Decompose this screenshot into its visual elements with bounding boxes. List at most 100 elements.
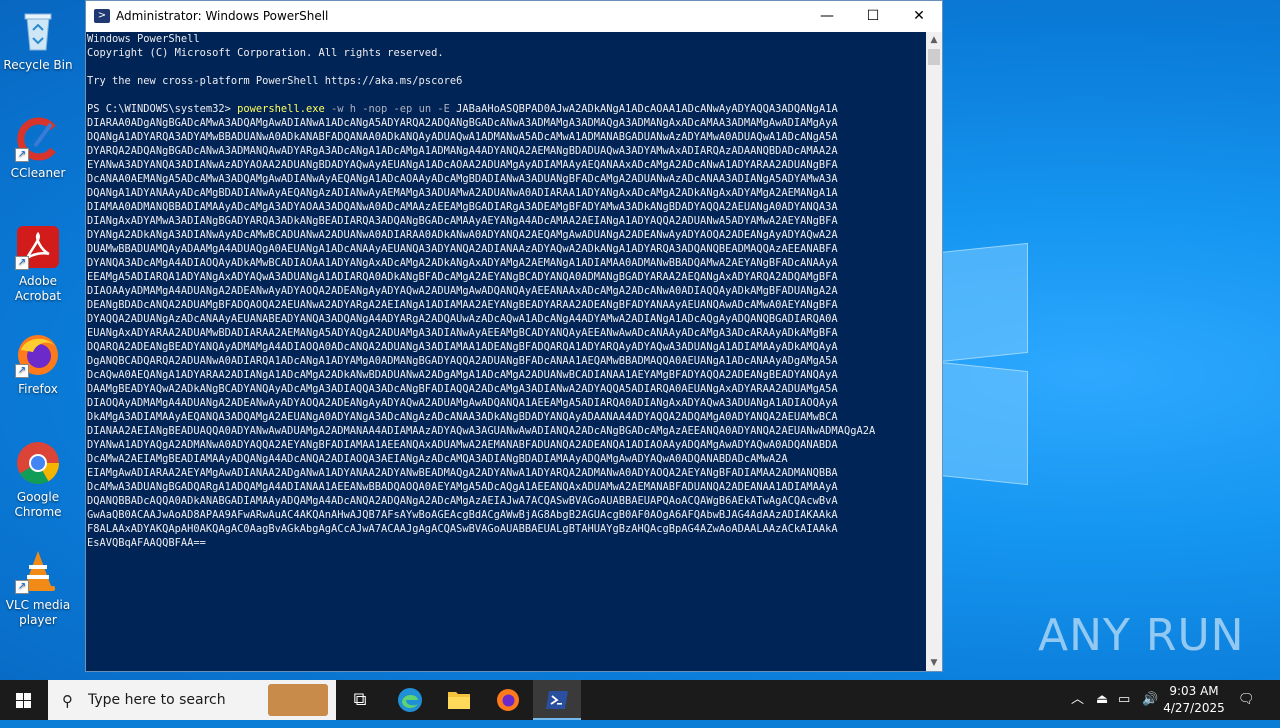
windows-start-icon-part (24, 693, 31, 700)
desktop-icon-vlc[interactable]: ↗ VLC media player (0, 548, 76, 628)
desktop-icon-label: Google Chrome (14, 490, 62, 519)
console-payload-line: DQANgA1ADYANAAyADcAMgBDADIANwAyAEQANgAzA… (87, 187, 838, 199)
adobe-acrobat-icon: ↗ (15, 224, 61, 270)
title-bar[interactable]: > Administrator: Windows PowerShell — ☐ … (86, 1, 942, 32)
console-payload-line: EIAMgAwADIARAA2AEYAMgAwADIANAA2ADgANwA1A… (87, 467, 838, 479)
console-payload-line: DQANQBBADcAQQA0ADkANABGADIAMAAyADQAMgA4A… (87, 495, 838, 507)
taskbar-file-explorer[interactable] (435, 680, 483, 720)
desktop-icon-label: VLC media player (5, 598, 71, 627)
ccleaner-icon: ↗ (15, 116, 61, 162)
show-hidden-icons-button[interactable]: ︿ (1071, 680, 1084, 720)
console-payload-line: DcAMwA3ADUANgBGADQARgA1ADQAMgA4ADIANAA1A… (87, 481, 838, 493)
desktop-icon-label: Recycle Bin (3, 58, 73, 72)
console-payload-line: JABaAHoASQBPAD0AJwA2ADkANgA1ADcAOAA1ADcA… (456, 103, 838, 115)
console-payload-line: DYANgA2ADkANgA3ADIANwAyADcAMwBCADUANwA2A… (87, 229, 838, 241)
console-payload-line: DIAOAAyADMAMgA4ADUANgA2ADEANwAyADYAOQA2A… (87, 285, 838, 297)
console-output[interactable]: Windows PowerShell Copyright (C) Microso… (86, 32, 926, 671)
search-icon: ⚲ (62, 692, 73, 710)
recycle-bin-icon (15, 8, 61, 54)
taskbar: ⚲ Type here to search ⧉ ︿ ⏏ ▭ 🔊 9:03 AM … (0, 680, 1280, 720)
console-payload-line: DIANgAxADYAMwA3ADIANgBGADYARQA3ADkANgBEA… (87, 215, 838, 227)
start-button[interactable] (0, 680, 48, 720)
console-text: Windows PowerShell Copyright (C) Microso… (86, 32, 926, 550)
desktop-icon-google-chrome[interactable]: Google Chrome (0, 440, 76, 520)
maximize-button[interactable]: ☐ (850, 1, 896, 32)
vlc-icon: ↗ (15, 548, 61, 594)
taskbar-powershell[interactable] (533, 680, 581, 720)
console-payload-line: EsAVQBqAFAAQQBFAA== (87, 537, 206, 549)
firefox-icon (497, 689, 519, 711)
console-payload-line: DIAOQAyADMAMgA4ADUANgA2ADEANwAyADYAOQA2A… (87, 397, 838, 409)
console-payload-line: DUAMwBBADUAMQAyADAAMgA4ADUAQgA0AEUANgA1A… (87, 243, 838, 255)
volume-icon: 🔊 (1142, 692, 1159, 707)
scroll-down-icon[interactable]: ▼ (926, 655, 942, 671)
console-prompt: PS C:\WINDOWS\system32> (87, 103, 238, 115)
search-highlight-image (268, 684, 328, 716)
windows-start-icon-part (24, 701, 31, 708)
console-payload-line: DkAMgA3ADIAMAAyAEQANQA3ADQAMgA2AEUANgA0A… (87, 411, 838, 423)
close-button[interactable]: ✕ (896, 1, 942, 32)
console-payload-line: DEANgBDADcANQA2ADUAMgBFADQAOQA2AEUANwA2A… (87, 299, 838, 311)
console-payload-line: DAAMgBEADYAQwA2ADkANgBCADYANQAyADcAMgA3A… (87, 383, 838, 395)
chevron-up-icon: ︿ (1071, 692, 1085, 707)
console-payload-line: DYAQQA2ADUANgAzADcANAAyAEUANABEADYANQA3A… (87, 313, 838, 325)
console-payload-line: F8ALAAxADYAKQApAH0AKQAgAC0AagBvAGkAbgAgA… (87, 523, 838, 535)
console-payload-line: DIANAA2AEIANgBEADUAQQA0ADYANwAwADUAMgA2A… (87, 425, 876, 437)
console-payload-line: DYANwA1ADYAQgA2ADMANwA0ADYAQQA2AEYANgBFA… (87, 439, 838, 451)
console-payload-line: EYANwA3ADYANQA3ADIANwAzADYAOAA2ADUANgBDA… (87, 159, 838, 171)
tray-network-button[interactable]: ▭ (1118, 680, 1130, 720)
desktop: Recycle Bin ↗ CCleaner ↗ Adobe Acrobat ↗… (0, 0, 1280, 680)
console-payload-line: DQARQA2ADEANgBEADYANQAyADMAMgA4ADIAOQA0A… (87, 341, 838, 353)
console-payload-line: DIARAA0ADgANgBGADcAMwA3ADQAMgAwADIANwA1A… (87, 117, 838, 129)
clock-time: 9:03 AM (1169, 684, 1219, 698)
taskbar-firefox[interactable] (484, 680, 532, 720)
scroll-up-icon[interactable]: ▲ (926, 32, 942, 48)
console-payload-line: DYANQA3ADcAMgA4ADIAOQAyADkAMwBCADIAOAA1A… (87, 257, 838, 269)
usb-device-icon: ⏏ (1096, 692, 1109, 707)
scroll-thumb[interactable] (928, 49, 940, 65)
task-view-button[interactable]: ⧉ (336, 680, 384, 720)
shortcut-arrow-icon: ↗ (15, 364, 29, 378)
search-placeholder: Type here to search (88, 692, 226, 708)
tray-usb-button[interactable]: ⏏ (1096, 680, 1108, 720)
taskbar-clock[interactable]: 9:03 AM 4/27/2025 (1158, 683, 1230, 717)
console-header-line: Try the new cross-platform PowerShell ht… (87, 75, 463, 87)
edge-icon (398, 688, 422, 712)
powershell-window[interactable]: > Administrator: Windows PowerShell — ☐ … (85, 0, 943, 672)
desktop-icon-recycle-bin[interactable]: Recycle Bin (0, 8, 76, 73)
chrome-icon (15, 440, 61, 486)
console-payload-line: EUANgAxADYARAA2ADUAMwBDADIARAA2AEMANgA5A… (87, 327, 838, 339)
notifications-button[interactable]: 🗨 (1238, 680, 1255, 720)
console-payload-line: DQANgA1ADYARQA3ADYAMwBBADUANwA0ADkANABFA… (87, 131, 838, 143)
tray-volume-button[interactable]: 🔊 (1142, 680, 1158, 720)
desktop-icon-adobe-acrobat[interactable]: ↗ Adobe Acrobat (0, 224, 76, 304)
console-payload-line: DcANAA0AEMANgA5ADcAMwA3ADQAMgAwADIANwAyA… (87, 173, 838, 185)
console-header-line: Windows PowerShell (87, 33, 200, 45)
shortcut-arrow-icon: ↗ (15, 580, 29, 594)
task-view-icon: ⧉ (353, 689, 367, 710)
clock-date: 4/27/2025 (1163, 701, 1225, 715)
desktop-icon-ccleaner[interactable]: ↗ CCleaner (0, 116, 76, 181)
console-payload-line: GwAaQB0ACAAJwAoAD8APAA9AFwARwAuAC4AKQAnA… (87, 509, 838, 521)
network-icon: ▭ (1118, 692, 1131, 707)
window-title: Administrator: Windows PowerShell (116, 9, 329, 23)
console-payload-line: DcAMwA2AEIAMgBEADIAMAAyADQANgA4ADcANQA2A… (87, 453, 788, 465)
console-header-line: Copyright (C) Microsoft Corporation. All… (87, 47, 444, 59)
vertical-scrollbar[interactable]: ▲ ▼ (926, 32, 942, 671)
taskbar-search-box[interactable]: ⚲ Type here to search (48, 680, 336, 720)
windows-start-icon-part (16, 701, 23, 708)
console-payload-line: DcAQwA0AEQANgA1ADYARAA2ADIANgA1ADcAMgA2A… (87, 369, 838, 381)
console-payload-line: EEAMgA5ADIARQA1ADYANgAxADYAQwA3ADUANgA1A… (87, 271, 838, 283)
taskbar-edge[interactable] (386, 680, 434, 720)
console-command: powershell.exe (237, 103, 325, 115)
shortcut-arrow-icon: ↗ (15, 256, 29, 270)
desktop-icon-label: Firefox (18, 382, 58, 396)
powershell-icon: > (94, 9, 110, 23)
console-payload-line: DYARQA2ADQANgBGADcANwA3ADMANQAwADYARgA3A… (87, 145, 838, 157)
console-payload-line: DIAMAA0ADMANQBBADIAMAAyADcAMgA3ADYAOAA3A… (87, 201, 838, 213)
desktop-icon-label: CCleaner (10, 166, 66, 180)
anyrun-watermark: ANY RUN (1038, 610, 1245, 661)
notification-icon: 🗨 (1238, 692, 1255, 707)
desktop-icon-firefox[interactable]: ↗ Firefox (0, 332, 76, 397)
minimize-button[interactable]: — (804, 1, 850, 32)
